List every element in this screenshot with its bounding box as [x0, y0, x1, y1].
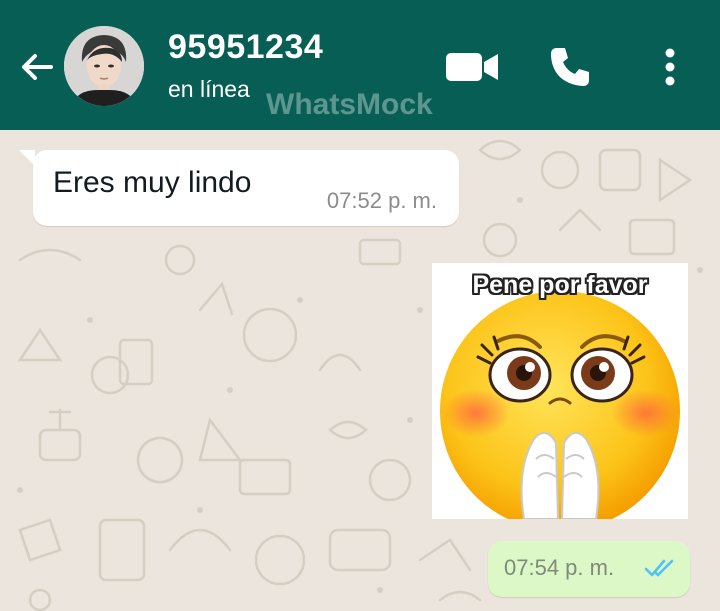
message-incoming[interactable]: Eres muy lindo 07:52 p. m.	[19, 150, 459, 226]
video-call-button[interactable]	[440, 40, 504, 94]
video-camera-icon	[446, 53, 498, 81]
message-time: 07:52 p. m.	[326, 188, 437, 213]
sticker-message[interactable]: Pene por favor	[432, 263, 688, 519]
double-check-icon	[644, 559, 674, 577]
message-outgoing-meta[interactable]: 07:54 p. m.	[488, 541, 690, 597]
sticker-caption: Pene por favor	[472, 271, 648, 299]
avatar-photo	[64, 26, 144, 106]
chat-area[interactable]: Eres muy lindo 07:52 p. m. Pene por favo…	[0, 130, 720, 611]
message-time: 07:54 p. m.	[504, 555, 615, 580]
avatar[interactable]	[64, 26, 144, 106]
more-vertical-icon	[665, 48, 675, 86]
crying-emoji-sticker	[440, 291, 680, 519]
watermark: WhatsMock	[266, 88, 433, 121]
voice-call-button[interactable]	[540, 40, 600, 94]
contact-name[interactable]: 95951234	[168, 28, 323, 67]
arrow-left-icon	[22, 54, 53, 80]
phone-icon	[551, 48, 589, 86]
chat-header: 95951234 en línea WhatsMock	[0, 0, 720, 130]
back-button[interactable]	[14, 44, 60, 90]
contact-status: en línea	[168, 76, 250, 102]
more-options-button[interactable]	[648, 40, 692, 94]
message-text: Eres muy lindo	[53, 166, 252, 199]
bubble-tail	[19, 150, 35, 166]
